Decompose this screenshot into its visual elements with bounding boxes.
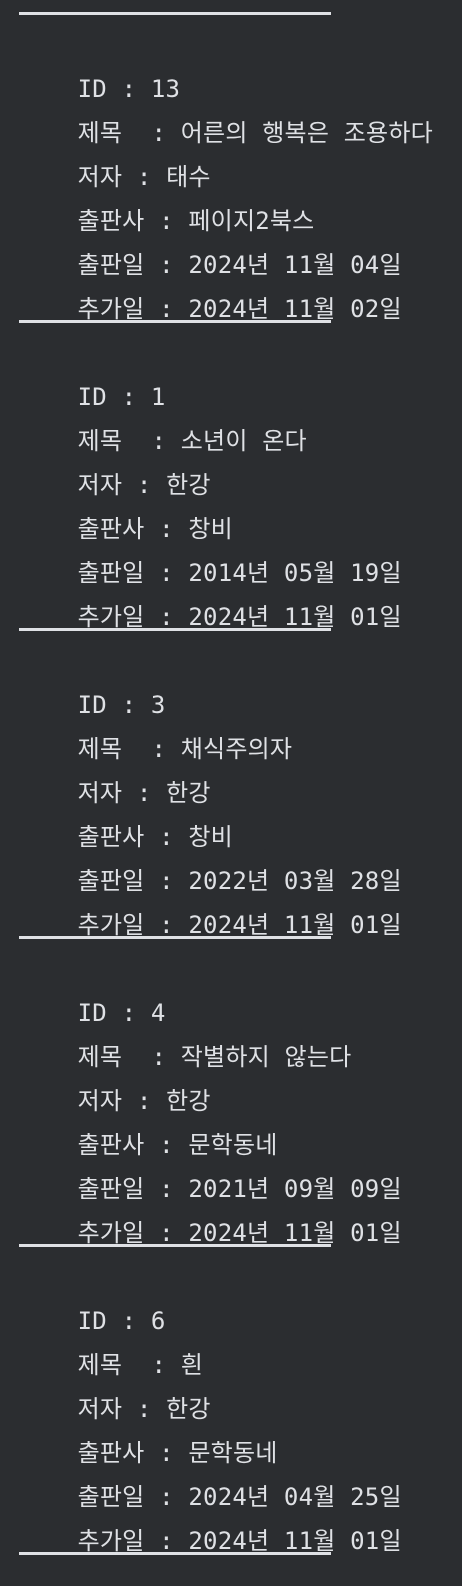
separator-line xyxy=(19,320,331,323)
book-id-line: ID : 4 xyxy=(77,999,166,1027)
book-added-line: 추가일 : 2024년 11월 01일 xyxy=(77,1527,402,1555)
added-label: 추가일 xyxy=(77,1527,145,1555)
book-title-line: 제목 : 어른의 행복은 조용하다 xyxy=(77,119,433,147)
book-author-line: 저자 : 한강 xyxy=(77,1395,211,1423)
book-author-line: 저자 : 한강 xyxy=(77,1087,211,1115)
book-added-line: 추가일 : 2024년 11월 02일 xyxy=(77,295,402,323)
book-publisher-line: 출판사 : 페이지2북스 xyxy=(77,207,315,235)
book-author-line: 저자 : 태수 xyxy=(77,163,211,191)
book-added-line: 추가일 : 2024년 11월 01일 xyxy=(77,911,402,939)
book-id-line: ID : 6 xyxy=(77,1307,166,1335)
book-published-line: 출판일 : 2014년 05월 19일 xyxy=(77,559,402,587)
console-output: ID : 13 제목 : 어른의 행복은 조용하다 저자 : 태수 출판사 : … xyxy=(0,0,462,1562)
separator-line xyxy=(19,628,331,631)
separator-line xyxy=(19,12,331,15)
book-published-line: 출판일 : 2022년 03월 28일 xyxy=(77,867,402,895)
book-id-line: ID : 1 xyxy=(77,383,166,411)
added-value: 2024년 11월 01일 xyxy=(188,911,402,939)
added-value: 2024년 11월 02일 xyxy=(188,295,402,323)
book-added-line: 추가일 : 2024년 11월 01일 xyxy=(77,603,402,631)
added-value: 2024년 11월 01일 xyxy=(188,603,402,631)
book-published-line: 출판일 : 2024년 11월 04일 xyxy=(77,251,402,279)
book-id-line: ID : 3 xyxy=(77,691,166,719)
book-published-line: 출판일 : 2024년 04월 25일 xyxy=(77,1483,402,1511)
added-label: 추가일 xyxy=(77,603,145,631)
book-title-line: 제목 : 작별하지 않는다 xyxy=(77,1043,352,1071)
book-author-line: 저자 : 한강 xyxy=(77,471,211,499)
added-label: 추가일 xyxy=(77,911,145,939)
separator-line xyxy=(19,936,331,939)
book-publisher-line: 출판사 : 창비 xyxy=(77,515,233,543)
book-publisher-line: 출판사 : 문학동네 xyxy=(77,1439,278,1467)
book-publisher-line: 출판사 : 문학동네 xyxy=(77,1131,278,1159)
book-publisher-line: 출판사 : 창비 xyxy=(77,823,233,851)
book-added-line: 추가일 : 2024년 11월 01일 xyxy=(77,1219,402,1247)
added-value: 2024년 11월 01일 xyxy=(188,1219,402,1247)
book-title-line: 제목 : 흰 xyxy=(77,1351,204,1379)
book-id-line: ID : 13 xyxy=(77,75,181,103)
book-author-line: 저자 : 한강 xyxy=(77,779,211,807)
added-value: 2024년 11월 01일 xyxy=(188,1527,402,1555)
book-title-line: 제목 : 채식주의자 xyxy=(77,735,293,763)
book-title-line: 제목 : 소년이 온다 xyxy=(77,427,307,455)
added-label: 추가일 xyxy=(77,295,145,323)
separator-line xyxy=(19,1244,331,1247)
added-label: 추가일 xyxy=(77,1219,145,1247)
separator-line xyxy=(19,1552,331,1555)
book-published-line: 출판일 : 2021년 09월 09일 xyxy=(77,1175,402,1203)
title-value: 어른의 행복은 조용하다 xyxy=(180,119,433,147)
